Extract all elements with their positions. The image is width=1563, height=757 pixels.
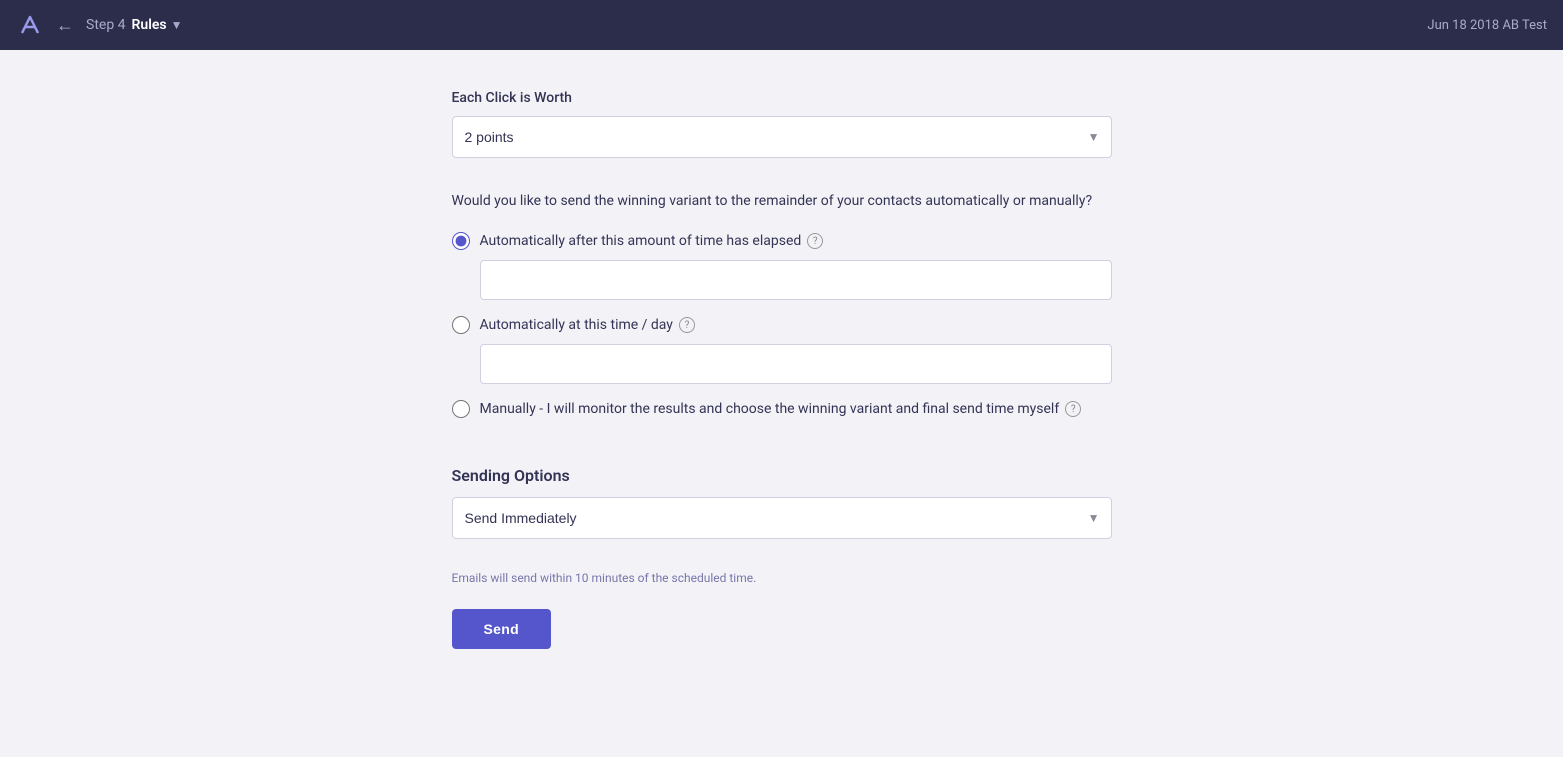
radio-label-auto-datetime[interactable]: Automatically at this time / day ? [480, 317, 695, 333]
radio-label-manually[interactable]: Manually - I will monitor the results an… [480, 401, 1082, 417]
help-manually-icon[interactable]: ? [1065, 401, 1081, 417]
radio-auto-datetime[interactable] [452, 316, 470, 334]
sending-options-dropdown-wrapper: Send Immediately Schedule for later ▼ [452, 497, 1112, 539]
click-worth-dropdown-wrapper: 2 points 1 point 3 points 5 points ▼ [452, 116, 1112, 158]
help-auto-time-icon[interactable]: ? [807, 233, 823, 249]
step-label: Step 4 [86, 17, 126, 33]
auto-time-input[interactable] [480, 260, 1112, 300]
campaign-name: Jun 18 2018 AB Test [1427, 18, 1547, 33]
radio-option-auto-datetime: Automatically at this time / day ? [452, 316, 1112, 384]
radio-manually[interactable] [452, 400, 470, 418]
winning-variant-question: Would you like to send the winning varia… [452, 190, 1112, 212]
step-title: Rules [132, 17, 167, 33]
send-button[interactable]: Send [452, 609, 551, 649]
radio-label-auto-time[interactable]: Automatically after this amount of time … [480, 233, 824, 249]
main-content: Each Click is Worth 2 points 1 point 3 p… [0, 50, 1563, 757]
top-navigation: ← Step 4 Rules ▼ Jun 18 2018 AB Test [0, 0, 1563, 50]
form-container: Each Click is Worth 2 points 1 point 3 p… [452, 90, 1112, 697]
chevron-down-icon: ▼ [171, 18, 183, 32]
radio-row-auto-datetime: Automatically at this time / day ? [452, 316, 1112, 334]
radio-auto-time[interactable] [452, 232, 470, 250]
app-logo-icon [16, 11, 44, 39]
sending-options-section: Sending Options Send Immediately Schedul… [452, 466, 1112, 585]
sending-options-select[interactable]: Send Immediately Schedule for later [452, 497, 1112, 539]
sending-options-label: Sending Options [452, 466, 1112, 485]
radio-row-manually: Manually - I will monitor the results an… [452, 400, 1112, 418]
radio-option-auto-time: Automatically after this amount of time … [452, 232, 1112, 300]
winning-variant-options: Automatically after this amount of time … [452, 232, 1112, 434]
radio-option-manually: Manually - I will monitor the results an… [452, 400, 1112, 418]
radio-row-auto-time: Automatically after this amount of time … [452, 232, 1112, 250]
sending-hint-text: Emails will send within 10 minutes of th… [452, 571, 1112, 585]
auto-datetime-input[interactable] [480, 344, 1112, 384]
back-button[interactable]: ← [56, 16, 74, 34]
click-worth-label: Each Click is Worth [452, 90, 1112, 106]
help-auto-datetime-icon[interactable]: ? [679, 317, 695, 333]
click-worth-select[interactable]: 2 points 1 point 3 points 5 points [452, 116, 1112, 158]
